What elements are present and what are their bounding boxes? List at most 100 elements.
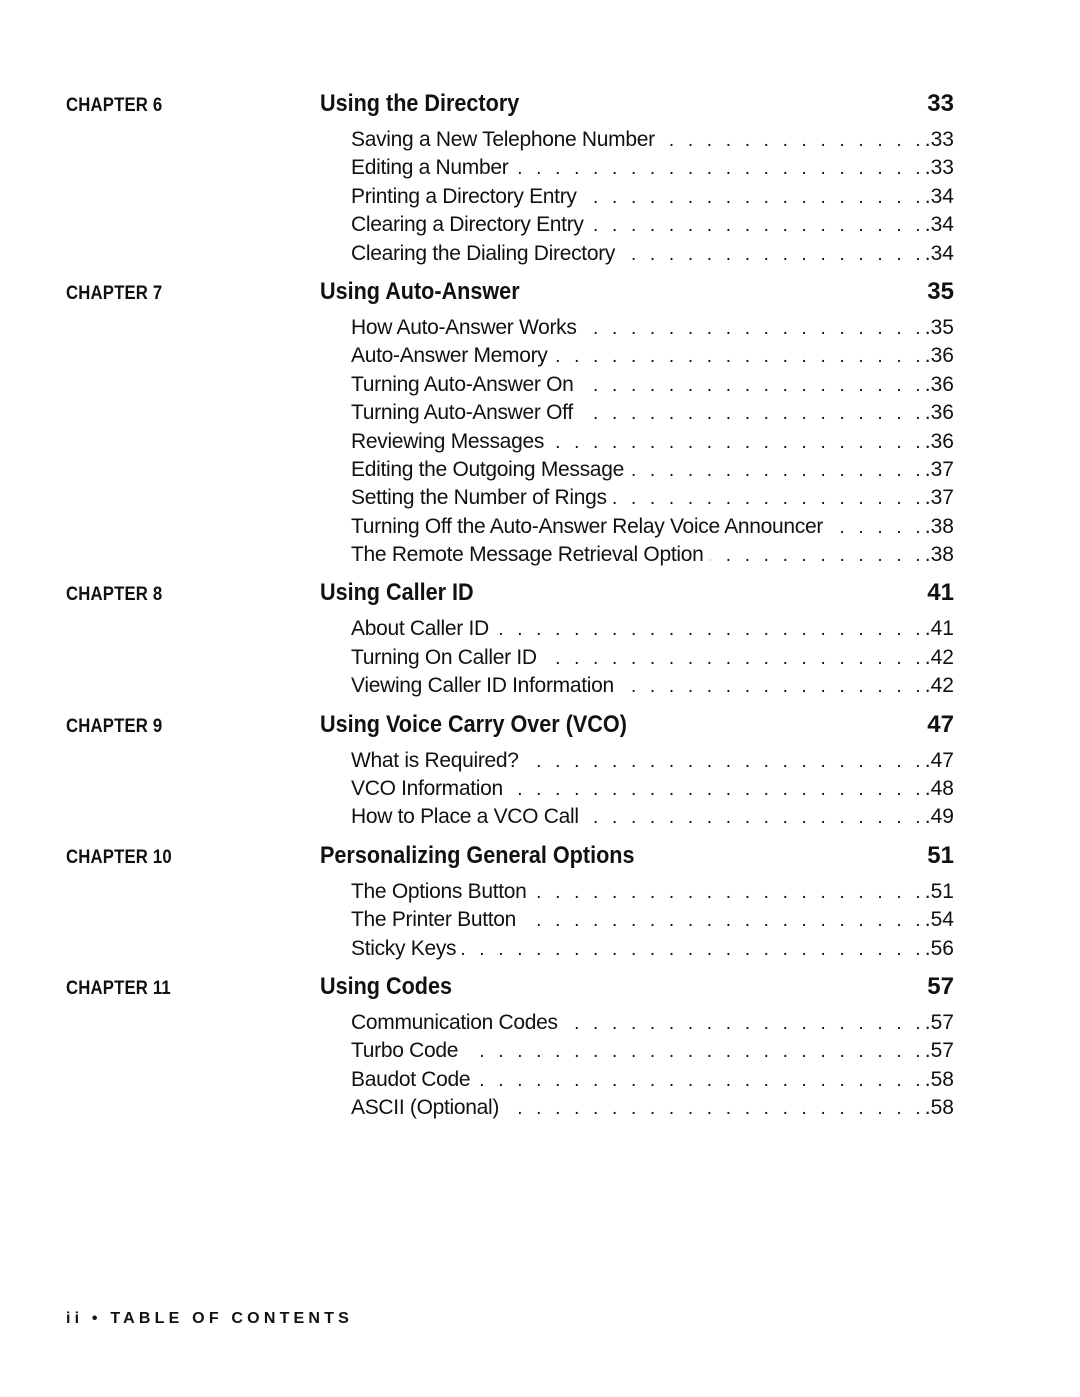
dot-leader: . . . . . . . . . . . . . . . . . . . . … [630,459,925,481]
entry-page-number: .58 [924,1067,954,1091]
entry-title: Turbo Code [351,1039,459,1063]
dot-leader: . . . . . . . . . . . . . . . . . . . . … [612,488,925,510]
entry-page-number: .49 [924,805,954,829]
toc-entry[interactable]: Setting the Number of Rings . . . . . . … [351,484,954,512]
toc-entry[interactable]: The Remote Message Retrieval Option . . … [351,541,954,569]
toc-entry[interactable]: How to Place a VCO Call . . . . . . . . … [351,803,954,831]
entry-title: The Printer Button [351,908,517,932]
toc-entry[interactable]: Printing a Directory Entry . . . . . . .… [351,183,954,211]
entry-title: Sticky Keys [351,936,457,960]
entry-title: The Options Button [351,879,527,903]
chapter-section: CHAPTER 11 Using Codes 57 Communication Cod… [66,973,954,1123]
chapter-title[interactable]: Using Auto-Answer [320,278,855,306]
entry-title: The Remote Message Retrieval Option [351,543,704,567]
toc-entry[interactable]: Turning Auto-Answer On . . . . . . . . .… [351,371,954,399]
entry-list: What is Required? . . . . . . . . . . . … [351,747,954,832]
entry-title: About Caller ID [351,617,489,641]
page-footer: ii • TABLE OF CONTENTS [66,1310,354,1327]
chapter-title[interactable]: Using Codes [320,973,855,1001]
entry-title: ASCII (Optional) [351,1096,500,1120]
dot-leader: . . . . . . . . . . . . . . . . . . . . … [464,1041,925,1063]
dot-leader: . . . . . . . . . . . . . . . . . . . . … [505,1098,925,1120]
entry-page-number: .42 [924,645,954,669]
dot-leader: . . . . . . . . . . . . . . . . . . . . … [476,1069,925,1091]
chapter-title[interactable]: Using Caller ID [320,579,855,607]
chapter-heading[interactable]: CHAPTER 11 Using Codes 57 [66,973,954,1009]
chapter-page-number: 35 [927,277,954,305]
entry-page-number: .37 [924,457,954,481]
toc-entry[interactable]: ASCII (Optional) . . . . . . . . . . . .… [351,1094,954,1122]
toc-entry[interactable]: How Auto-Answer Works . . . . . . . . . … [351,314,954,342]
entry-title: Clearing the Dialing Directory [351,241,616,265]
entry-list: The Options Button . . . . . . . . . . .… [351,878,954,963]
toc-entry[interactable]: Turbo Code . . . . . . . . . . . . . . .… [351,1037,954,1065]
chapter-heading[interactable]: CHAPTER 8 Using Caller ID 41 [66,579,954,615]
entry-title: Communication Codes [351,1010,558,1034]
entry-title: Viewing Caller ID Information [351,674,614,698]
entry-page-number: .51 [924,879,954,903]
toc-entry[interactable]: Reviewing Messages . . . . . . . . . . .… [351,428,954,456]
chapter-page-number: 51 [927,841,954,869]
dot-leader: . . . . . . . . . . . . . . . . . . . . … [583,317,925,339]
toc-entry[interactable]: Editing a Number . . . . . . . . . . . .… [351,154,954,182]
chapter-page-number: 33 [927,90,954,117]
entry-page-number: .47 [924,748,954,772]
chapter-label: CHAPTER 6 [66,95,163,116]
entry-page-number: .34 [924,184,954,208]
toc-entry[interactable]: What is Required? . . . . . . . . . . . … [351,747,954,775]
toc-entry[interactable]: Turning Auto-Answer Off . . . . . . . . … [351,399,954,427]
entry-page-number: .33 [924,156,954,180]
dot-leader: . . . . . . . . . . . . . . . . . . . . … [710,545,925,567]
dot-leader: . . . . . . . . . . . . . . . . . . . . … [543,647,925,669]
chapter-heading[interactable]: CHAPTER 9 Using Voice Carry Over (VCO) 47 [66,711,954,747]
chapter-label: CHAPTER 8 [66,584,163,606]
chapter-page-number: 41 [927,579,954,607]
entry-title: Turning Auto-Answer On [351,372,574,396]
chapter-section: CHAPTER 10 Personalizing General Options 5… [66,842,954,963]
entry-title: Editing a Number [351,156,509,180]
toc-entry[interactable]: The Options Button . . . . . . . . . . .… [351,878,954,906]
toc-entry[interactable]: Auto-Answer Memory . . . . . . . . . . .… [351,342,954,370]
chapter-heading[interactable]: CHAPTER 6 Using the Directory 33 [66,90,954,126]
chapter-title[interactable]: Using the Directory [320,90,855,118]
toc-entry[interactable]: Viewing Caller ID Information . . . . . … [351,672,954,700]
entry-page-number: .56 [924,936,954,960]
chapter-title[interactable]: Personalizing General Options [320,842,855,870]
entry-list: Communication Codes . . . . . . . . . . … [351,1009,954,1123]
toc-entry[interactable]: Turning On Caller ID . . . . . . . . . .… [351,644,954,672]
entry-page-number: .36 [924,429,954,453]
entry-title: Baudot Code [351,1067,471,1091]
entry-page-number: .34 [924,213,954,237]
chapter-title[interactable]: Using Voice Carry Over (VCO) [320,711,855,739]
toc-entry[interactable]: VCO Information . . . . . . . . . . . . … [351,775,954,803]
dot-leader: . . . . . . . . . . . . . . . . . . . . … [621,243,925,265]
toc-entry[interactable]: Editing the Outgoing Message . . . . . .… [351,456,954,484]
chapter-heading[interactable]: CHAPTER 10 Personalizing General Options 5… [66,842,954,878]
entry-title: VCO Information [351,777,503,801]
entry-page-number: .37 [924,486,954,510]
chapter-heading[interactable]: CHAPTER 7 Using Auto-Answer 35 [66,278,954,314]
entry-page-number: .36 [924,344,954,368]
toc-entry[interactable]: Clearing a Directory Entry . . . . . . .… [351,211,954,239]
entry-page-number: .48 [924,777,954,801]
toc-entry[interactable]: Saving a New Telephone Number . . . . . … [351,126,954,154]
entry-page-number: .54 [924,908,954,932]
dot-leader: . . . . . . . . . . . . . . . . . . . . … [522,910,925,932]
toc-entry[interactable]: Turning Off the Auto-Answer Relay Voice … [351,513,954,541]
entry-title: Auto-Answer Memory [351,344,548,368]
entry-title: How to Place a VCO Call [351,805,579,829]
chapter-section: CHAPTER 7 Using Auto-Answer 35 How Auto-Ans… [66,278,954,570]
toc-entry[interactable]: Baudot Code . . . . . . . . . . . . . . … [351,1066,954,1094]
toc-entry[interactable]: The Printer Button . . . . . . . . . . .… [351,906,954,934]
entry-page-number: .42 [924,674,954,698]
dot-leader: . . . . . . . . . . . . . . . . . . . . … [514,158,925,180]
entry-page-number: .35 [924,315,954,339]
toc-entry[interactable]: About Caller ID . . . . . . . . . . . . … [351,615,954,643]
entry-title: Turning On Caller ID [351,645,537,669]
entry-list: About Caller ID . . . . . . . . . . . . … [351,615,954,700]
toc-entry[interactable]: Communication Codes . . . . . . . . . . … [351,1009,954,1037]
chapter-section: CHAPTER 9 Using Voice Carry Over (VCO) 47 W… [66,711,954,832]
toc-entry[interactable]: Clearing the Dialing Directory . . . . .… [351,240,954,268]
toc-entry[interactable]: Sticky Keys . . . . . . . . . . . . . . … [351,935,954,963]
entry-title: Editing the Outgoing Message [351,457,624,481]
